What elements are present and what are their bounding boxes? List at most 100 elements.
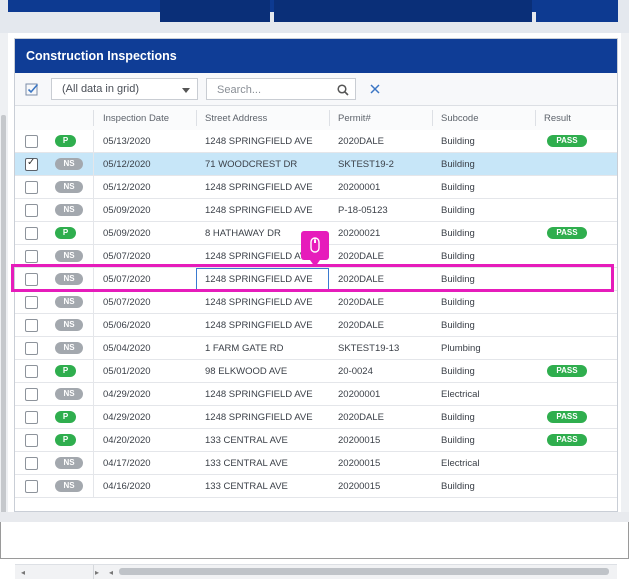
street-address-cell: 1248 SPRINGFIELD AVE (205, 205, 313, 216)
column-divider (329, 110, 330, 126)
column-divider (93, 383, 94, 406)
permit-cell: 20200015 (338, 458, 381, 469)
column-header-subcode[interactable]: Subcode (441, 113, 479, 124)
permit-cell: 2020DALE (338, 251, 384, 262)
search-box[interactable] (206, 78, 356, 100)
scroll-right-icon[interactable]: ▸ (95, 568, 99, 577)
subcode-cell: Electrical (441, 389, 480, 400)
subcode-cell: Plumbing (441, 343, 481, 354)
subcode-cell: Electrical (441, 458, 480, 469)
street-address-cell: 1248 SPRINGFIELD AVE (205, 182, 313, 193)
subcode-cell: Building (441, 481, 475, 492)
column-divider (93, 291, 94, 314)
row-checkbox[interactable] (25, 227, 38, 240)
table-row[interactable]: NS 05/09/2020 1248 SPRINGFIELD AVE P-18-051… (15, 199, 617, 222)
scroll-left-icon[interactable]: ◂ (109, 568, 113, 577)
column-divider (196, 110, 197, 126)
column-divider (535, 110, 536, 126)
street-address-cell: 133 CENTRAL AVE (205, 435, 288, 446)
top-bar-segment (536, 0, 618, 22)
row-checkbox[interactable] (25, 296, 38, 309)
column-divider (93, 153, 94, 176)
inspection-date-cell: 04/16/2020 (103, 481, 151, 492)
street-address-cell: 1248 SPRINGFIELD AVE (205, 320, 313, 331)
table-row[interactable]: P 05/01/2020 98 ELKWOOD AVE 20-0024 Building… (15, 360, 617, 383)
result-badge: PASS (547, 411, 587, 423)
table-row[interactable]: NS 05/06/2020 1248 SPRINGFIELD AVE 2020DALE… (15, 314, 617, 337)
subcode-cell: Building (441, 435, 475, 446)
checkmark-icon: ✓ (27, 157, 36, 168)
column-header-address[interactable]: Street Address (205, 113, 267, 124)
subcode-cell: Building (441, 412, 475, 423)
column-header-result[interactable]: Result (544, 113, 571, 124)
inspection-date-cell: 05/07/2020 (103, 251, 151, 262)
table-row[interactable]: NS 05/12/2020 1248 SPRINGFIELD AVE 20200001… (15, 176, 617, 199)
table-row[interactable]: P 04/29/2020 1248 SPRINGFIELD AVE 2020DALE B… (15, 406, 617, 429)
permit-cell: 2020DALE (338, 412, 384, 423)
subcode-cell: Building (441, 251, 475, 262)
subcode-cell: Building (441, 297, 475, 308)
table-row[interactable]: NS 04/16/2020 133 CENTRAL AVE 20200015 Build… (15, 475, 617, 498)
permit-cell: 20200001 (338, 389, 381, 400)
row-checkbox[interactable] (25, 342, 38, 355)
row-checkbox[interactable] (25, 181, 38, 194)
row-checkbox[interactable] (25, 365, 38, 378)
page-scrollbar[interactable] (1, 115, 6, 515)
top-background (0, 0, 629, 33)
scroll-left-icon[interactable]: ◂ (21, 568, 25, 577)
select-mode-icon[interactable] (25, 82, 39, 96)
table-row[interactable]: NS 04/29/2020 1248 SPRINGFIELD AVE 20200001… (15, 383, 617, 406)
column-header-permit[interactable]: Permit# (338, 113, 371, 124)
inspection-date-cell: 05/13/2020 (103, 136, 151, 147)
table-row[interactable]: P 04/20/2020 133 CENTRAL AVE 20200015 Buildi… (15, 429, 617, 452)
column-divider (93, 110, 94, 126)
street-address-cell: 8 HATHAWAY DR (205, 228, 281, 239)
row-checkbox[interactable] (25, 480, 38, 493)
table-row[interactable]: P 05/13/2020 1248 SPRINGFIELD AVE 2020DALE B… (15, 130, 617, 153)
inspection-date-cell: 05/07/2020 (103, 297, 151, 308)
street-address-cell: 1248 SPRINGFIELD AVE (205, 412, 313, 423)
search-icon[interactable] (337, 83, 349, 96)
row-checkbox[interactable] (25, 457, 38, 470)
street-address-cell: 1248 SPRINGFIELD AVE (205, 136, 313, 147)
status-badge: NS (55, 480, 83, 492)
column-divider (93, 360, 94, 383)
row-checkbox[interactable] (25, 204, 38, 217)
column-divider (93, 314, 94, 337)
permit-cell: 20200021 (338, 228, 381, 239)
grid-header: Inspection Date Street Address Permit# S… (15, 106, 617, 131)
inspection-date-cell: 05/06/2020 (103, 320, 151, 331)
street-address-cell: 1 FARM GATE RD (205, 343, 284, 354)
status-badge: NS (55, 319, 83, 331)
table-row[interactable]: NS 04/17/2020 133 CENTRAL AVE 20200015 Elect… (15, 452, 617, 475)
row-checkbox[interactable] (25, 411, 38, 424)
inspection-date-cell: 04/29/2020 (103, 412, 151, 423)
right-gutter (621, 33, 629, 521)
row-checkbox[interactable] (25, 135, 38, 148)
permit-cell: 2020DALE (338, 297, 384, 308)
row-checkbox[interactable]: ✓ (25, 157, 38, 171)
column-divider (93, 406, 94, 429)
row-checkbox[interactable] (25, 434, 38, 447)
grid-filter-dropdown[interactable]: (All data in grid) (51, 78, 198, 100)
table-row[interactable]: NS 05/04/2020 1 FARM GATE RD SKTEST19-13 Plu… (15, 337, 617, 360)
subcode-cell: Building (441, 205, 475, 216)
column-header-date[interactable]: Inspection Date (103, 113, 169, 124)
scrollbar-thumb[interactable] (119, 568, 609, 575)
table-row[interactable]: ✓ NS 05/12/2020 71 WOODCREST DR SKTEST19-2 Bu… (15, 153, 617, 176)
permit-cell: SKTEST19-2 (338, 159, 394, 170)
row-checkbox[interactable] (25, 388, 38, 401)
row-checkbox[interactable] (25, 319, 38, 332)
permit-cell: 20-0024 (338, 366, 373, 377)
horizontal-scrollbar[interactable]: ◂ ▸ ◂ (15, 564, 617, 579)
status-badge: NS (55, 204, 83, 216)
inspection-date-cell: 04/20/2020 (103, 435, 151, 446)
close-icon[interactable] (369, 82, 381, 94)
column-divider (93, 452, 94, 475)
inspection-date-cell: 05/09/2020 (103, 205, 151, 216)
row-checkbox[interactable] (25, 250, 38, 263)
column-divider (432, 110, 433, 126)
table-row[interactable]: NS 05/07/2020 1248 SPRINGFIELD AVE 2020DALE… (15, 291, 617, 314)
search-input[interactable] (215, 81, 329, 99)
subcode-cell: Building (441, 159, 475, 170)
